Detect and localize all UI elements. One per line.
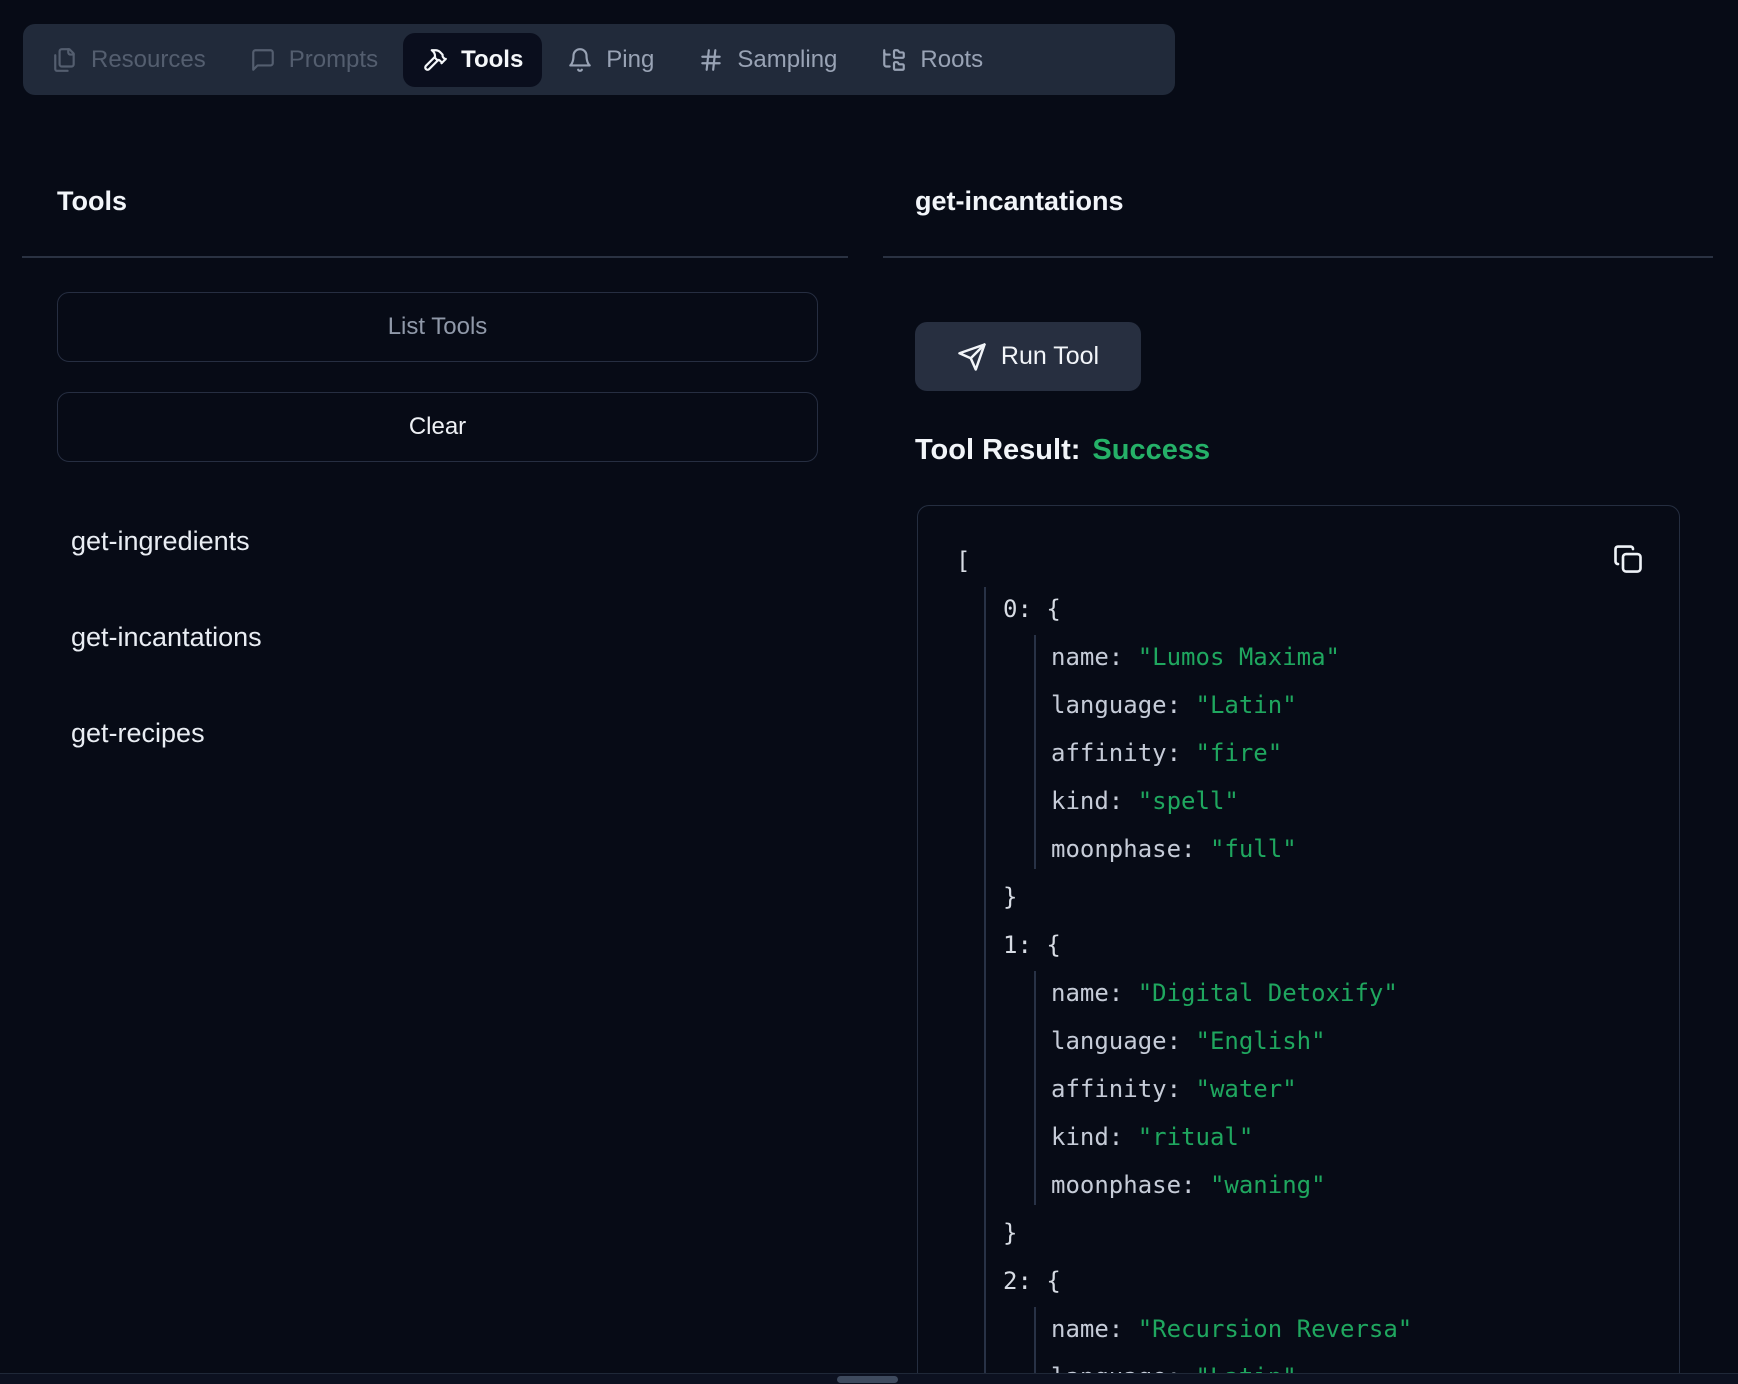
tools-panel-title: Tools — [57, 184, 127, 218]
json-string-value: "Recursion Reversa" — [1138, 1315, 1413, 1343]
json-key: language: — [1051, 1027, 1196, 1055]
tab-resources[interactable]: Resources — [33, 33, 225, 87]
tool-result-json-box: [0: {name: "Lumos Maxima"language: "Lati… — [917, 505, 1680, 1384]
json-open-brace: { — [1032, 1267, 1061, 1295]
json-string-value: "Latin" — [1196, 691, 1297, 719]
tab-roots[interactable]: Roots — [862, 33, 1002, 87]
json-index: 0: — [1003, 595, 1032, 623]
tab-label: Ping — [606, 46, 654, 74]
tab-ping[interactable]: Ping — [548, 33, 673, 87]
tab-label: Sampling — [737, 46, 837, 74]
horizontal-scrollbar[interactable] — [0, 1373, 1738, 1384]
tab-label: Prompts — [289, 46, 378, 74]
copy-button[interactable] — [1613, 544, 1643, 574]
json-row: language: "English" — [918, 1017, 1679, 1065]
json-punctuation: [ — [956, 547, 970, 575]
json-row: name: "Recursion Reversa" — [918, 1305, 1679, 1353]
json-row: name: "Lumos Maxima" — [918, 633, 1679, 681]
mcp-inspector-window: Resources Prompts Tools Ping Sampling Ro… — [0, 0, 1738, 1384]
status-badge: Success — [1092, 434, 1210, 466]
tool-result-label: Tool Result: — [915, 434, 1080, 466]
json-punctuation: } — [1003, 1219, 1017, 1247]
json-tree: [0: {name: "Lumos Maxima"language: "Lati… — [918, 506, 1679, 1384]
json-key: kind: — [1051, 787, 1138, 815]
json-string-value: "fire" — [1196, 739, 1283, 767]
tab-tools[interactable]: Tools — [403, 33, 542, 87]
json-key: language: — [1051, 691, 1196, 719]
tool-list-item-get-ingredients[interactable]: get-ingredients — [71, 523, 250, 559]
tool-list-item-get-recipes[interactable]: get-recipes — [71, 715, 205, 751]
json-key: kind: — [1051, 1123, 1138, 1151]
folder-tree-icon — [881, 47, 907, 73]
json-punctuation: } — [1003, 883, 1017, 911]
tab-label: Tools — [461, 46, 523, 74]
files-icon — [52, 47, 78, 73]
json-indent-guide — [1034, 635, 1036, 869]
hammer-icon — [422, 47, 448, 73]
json-row: } — [918, 1209, 1679, 1257]
left-panel-divider — [22, 256, 848, 258]
json-row: affinity: "fire" — [918, 729, 1679, 777]
tab-bar: Resources Prompts Tools Ping Sampling Ro… — [23, 24, 1175, 95]
right-panel-divider — [883, 256, 1713, 258]
json-indent-guide — [984, 587, 986, 1384]
json-key: moonphase: — [1051, 835, 1210, 863]
json-string-value: "water" — [1196, 1075, 1297, 1103]
json-row: kind: "ritual" — [918, 1113, 1679, 1161]
clear-button[interactable]: Clear — [57, 392, 818, 462]
json-open-brace: { — [1032, 595, 1061, 623]
json-row: 2: { — [918, 1257, 1679, 1305]
horizontal-scrollbar-thumb[interactable] — [837, 1376, 898, 1383]
tab-label: Resources — [91, 46, 206, 74]
json-row: moonphase: "full" — [918, 825, 1679, 873]
copy-icon — [1613, 544, 1643, 574]
json-row: name: "Digital Detoxify" — [918, 969, 1679, 1017]
json-row: [ — [918, 537, 1679, 585]
json-key: moonphase: — [1051, 1171, 1210, 1199]
json-row: moonphase: "waning" — [918, 1161, 1679, 1209]
run-tool-label: Run Tool — [1001, 342, 1099, 371]
json-row: kind: "spell" — [918, 777, 1679, 825]
json-string-value: "Lumos Maxima" — [1138, 643, 1340, 671]
json-string-value: "English" — [1196, 1027, 1326, 1055]
selected-tool-title: get-incantations — [915, 184, 1124, 218]
tab-label: Roots — [920, 46, 983, 74]
json-row: 0: { — [918, 585, 1679, 633]
hash-icon — [698, 47, 724, 73]
json-key: name: — [1051, 1315, 1138, 1343]
bell-icon — [567, 47, 593, 73]
json-key: affinity: — [1051, 739, 1196, 767]
tool-result-line: Tool Result: Success — [915, 432, 1210, 468]
send-icon — [957, 342, 987, 372]
json-row: affinity: "water" — [918, 1065, 1679, 1113]
run-tool-button[interactable]: Run Tool — [915, 322, 1141, 391]
json-row: 1: { — [918, 921, 1679, 969]
json-key: name: — [1051, 979, 1138, 1007]
json-string-value: "spell" — [1138, 787, 1239, 815]
json-key: affinity: — [1051, 1075, 1196, 1103]
message-square-icon — [250, 47, 276, 73]
tab-prompts[interactable]: Prompts — [231, 33, 397, 87]
json-string-value: "ritual" — [1138, 1123, 1254, 1151]
json-string-value: "waning" — [1210, 1171, 1326, 1199]
json-string-value: "full" — [1210, 835, 1297, 863]
json-row: } — [918, 873, 1679, 921]
json-key: name: — [1051, 643, 1138, 671]
tool-list-item-get-incantations[interactable]: get-incantations — [71, 619, 262, 655]
list-tools-button[interactable]: List Tools — [57, 292, 818, 362]
json-index: 1: — [1003, 931, 1032, 959]
json-row: language: "Latin" — [918, 681, 1679, 729]
json-indent-guide — [1034, 971, 1036, 1205]
json-string-value: "Digital Detoxify" — [1138, 979, 1398, 1007]
json-index: 2: — [1003, 1267, 1032, 1295]
tab-sampling[interactable]: Sampling — [679, 33, 856, 87]
json-open-brace: { — [1032, 931, 1061, 959]
